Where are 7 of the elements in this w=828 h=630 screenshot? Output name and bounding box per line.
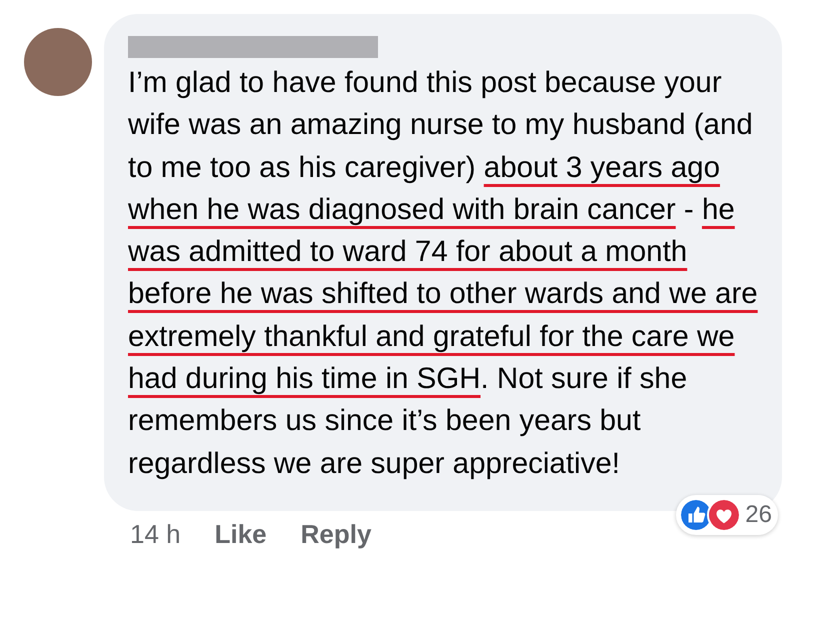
heart-icon bbox=[707, 498, 742, 532]
reactions-pill[interactable]: 26 bbox=[676, 494, 778, 535]
like-link[interactable]: Like bbox=[214, 518, 267, 550]
timestamp: 14 h bbox=[130, 518, 181, 550]
comment-text: I’m glad to have found this post because your wife was an amazing nurse to my husband (and to me too as his caregiver) about 3 years ago when he was diagnosed with brain cancer - he was admitted to ward 74 for about a month before he was shifted to other wards and we are extremely thankful and grateful for the care we had during his time in SGH. Not sure if she remembers us since it’s been years but regardless we are super appreciative! bbox=[128, 65, 758, 482]
reaction-count: 26 bbox=[745, 500, 772, 529]
reply-link[interactable]: Reply bbox=[300, 518, 372, 550]
